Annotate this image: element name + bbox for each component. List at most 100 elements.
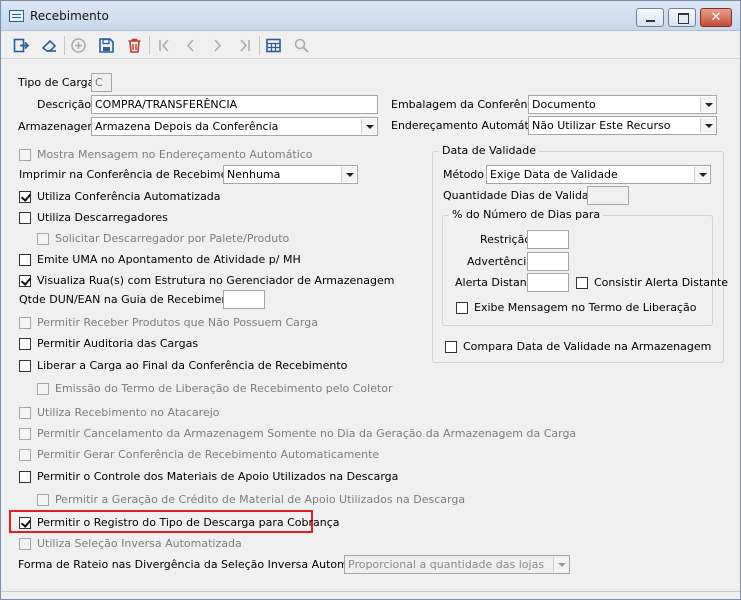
forma-rateio-label: Forma de Rateio nas Divergência da Seleç… — [18, 558, 389, 571]
restricao-label: Restrição — [480, 233, 532, 246]
forma-rateio-select[interactable]: Proporcional a quantidade das lojas — [344, 555, 570, 574]
last-record-icon — [239, 38, 250, 52]
forma-rateio-value: Proporcional a quantidade das lojas — [348, 558, 545, 571]
checkbox-label: Utiliza Conferência Automatizada — [37, 190, 221, 203]
checkbox-label: Solicitar Descarregador por Palete/Produ… — [55, 232, 290, 245]
checkbox-box[interactable] — [19, 449, 31, 461]
first-record-button[interactable] — [153, 34, 175, 56]
clear-button[interactable] — [38, 34, 60, 56]
checkbox-label: Compara Data de Validade na Armazenagem — [463, 340, 712, 353]
checkbox-label: Permitir Gerar Conferência de Recebiment… — [37, 448, 380, 461]
armazenagem-label: Armazenagem — [18, 120, 99, 133]
exit-button[interactable] — [10, 34, 32, 56]
checkbox-box[interactable] — [19, 517, 31, 529]
checkbox-label: Permitir Cancelamento da Armazenagem Som… — [37, 427, 577, 440]
qtde-dun-field[interactable] — [223, 290, 265, 309]
divider — [1, 591, 740, 592]
chevron-down-icon[interactable] — [553, 557, 568, 572]
chevron-down-icon[interactable] — [694, 167, 709, 182]
checkbox-label: Permitir Receber Produtos que Não Possue… — [37, 316, 318, 329]
checkbox-box[interactable] — [19, 212, 31, 224]
embalagem-select[interactable]: Documento — [528, 95, 717, 114]
tipo-carga-field[interactable]: C — [91, 73, 112, 92]
search-icon — [294, 38, 309, 53]
chevron-down-icon[interactable] — [341, 167, 356, 182]
quantidade-dias-label: Quantidade Dias de Validade — [443, 189, 603, 202]
metodo-value: Exige Data de Validade — [490, 168, 618, 181]
checkbox-box[interactable] — [19, 360, 31, 372]
advertencia-label: Advertência — [467, 255, 534, 268]
checkbox-box[interactable] — [37, 383, 49, 395]
window-app-icon — [9, 10, 24, 22]
advertencia-field[interactable] — [527, 252, 569, 271]
checkbox-box[interactable] — [456, 302, 468, 314]
next-record-icon — [213, 38, 221, 52]
previous-record-button[interactable] — [179, 34, 201, 56]
qtde-dun-label: Qtde DUN/EAN na Guia de Recebimento — [19, 293, 240, 306]
checkbox-label: Permitir a Geração de Crédito de Materia… — [55, 493, 466, 506]
imprimir-select[interactable]: Nenhuma — [223, 165, 358, 184]
checkbox-label: Visualiza Rua(s) com Estrutura no Gerenc… — [37, 274, 395, 287]
grid-icon — [265, 38, 281, 52]
checkbox-label: Exibe Mensagem no Termo de Liberação — [474, 301, 697, 314]
metodo-select[interactable]: Exige Data de Validade — [486, 165, 711, 184]
checkbox-box[interactable] — [37, 494, 49, 506]
enderecamento-value: Não Utilizar Este Recurso — [532, 119, 671, 132]
descricao-field[interactable]: COMPRA/TRANSFERÊNCIA — [91, 95, 378, 114]
alerta-distante-field[interactable] — [527, 273, 569, 292]
percentual-dias-title: % do Número de Dias para — [449, 208, 604, 222]
armazenagem-select[interactable]: Armazena Depois da Conferência — [91, 117, 378, 136]
descricao-label: Descrição — [37, 98, 92, 111]
first-record-icon — [158, 38, 169, 52]
add-icon — [70, 37, 86, 53]
checkbox-box[interactable] — [37, 233, 49, 245]
checkbox-box[interactable] — [19, 191, 31, 203]
checkbox-label: Emissão do Termo de Liberação de Recebim… — [55, 382, 393, 395]
restricao-field[interactable] — [527, 230, 569, 249]
eraser-icon — [41, 39, 56, 52]
add-button[interactable] — [67, 34, 89, 56]
checkbox-box[interactable] — [445, 341, 457, 353]
enderecamento-select[interactable]: Não Utilizar Este Recurso — [528, 116, 717, 135]
imprimir-value: Nenhuma — [227, 168, 281, 181]
quantidade-dias-field[interactable] — [587, 186, 629, 205]
checkbox-label: Utiliza Descarregadores — [37, 211, 168, 224]
checkbox-label: Permitir Auditoria das Cargas — [37, 337, 199, 350]
checkbox-box[interactable] — [19, 317, 31, 329]
checkbox-label: Liberar a Carga ao Final da Conferência … — [37, 359, 348, 372]
minimize-button[interactable] — [636, 8, 664, 27]
checkbox-box[interactable] — [19, 338, 31, 350]
chevron-down-icon[interactable] — [361, 119, 376, 134]
chevron-down-icon[interactable] — [700, 118, 715, 133]
checkbox-box[interactable] — [19, 275, 31, 287]
checkbox-box[interactable] — [19, 471, 31, 483]
checkbox-label: Permitir o Registro do Tipo de Descarga … — [37, 516, 340, 529]
close-button[interactable]: ✕ — [700, 8, 732, 27]
metodo-label: Método — [443, 168, 485, 181]
grid-view-button[interactable] — [262, 34, 284, 56]
save-icon — [98, 37, 114, 53]
close-icon: ✕ — [710, 10, 722, 25]
next-record-button[interactable] — [206, 34, 228, 56]
checkbox-label: Consistir Alerta Distante — [594, 276, 729, 289]
checkbox-box[interactable] — [19, 254, 31, 266]
alerta-distante-label: Alerta Distante — [455, 276, 538, 289]
chevron-down-icon[interactable] — [700, 97, 715, 112]
save-button[interactable] — [95, 34, 117, 56]
armazenagem-value: Armazena Depois da Conferência — [95, 120, 279, 133]
checkbox-box[interactable] — [19, 428, 31, 440]
checkbox-box[interactable] — [576, 277, 588, 289]
delete-button[interactable] — [123, 34, 145, 56]
delete-icon — [128, 38, 140, 53]
checkbox-label: Permitir o Controle dos Materiais de Apo… — [37, 470, 399, 483]
checkbox-label: Mostra Mensagem no Endereçamento Automát… — [37, 148, 313, 161]
search-button[interactable] — [290, 34, 312, 56]
checkbox-box[interactable] — [19, 407, 31, 419]
maximize-button[interactable] — [668, 8, 696, 27]
data-validade-title: Data de Validade — [439, 144, 540, 158]
last-record-button[interactable] — [233, 34, 255, 56]
imprimir-label: Imprimir na Conferência de Recebimento — [19, 168, 246, 181]
checkbox-box[interactable] — [19, 538, 31, 550]
checkbox-box[interactable] — [19, 149, 31, 161]
title-bar: Recebimento ✕ — [1, 1, 740, 31]
